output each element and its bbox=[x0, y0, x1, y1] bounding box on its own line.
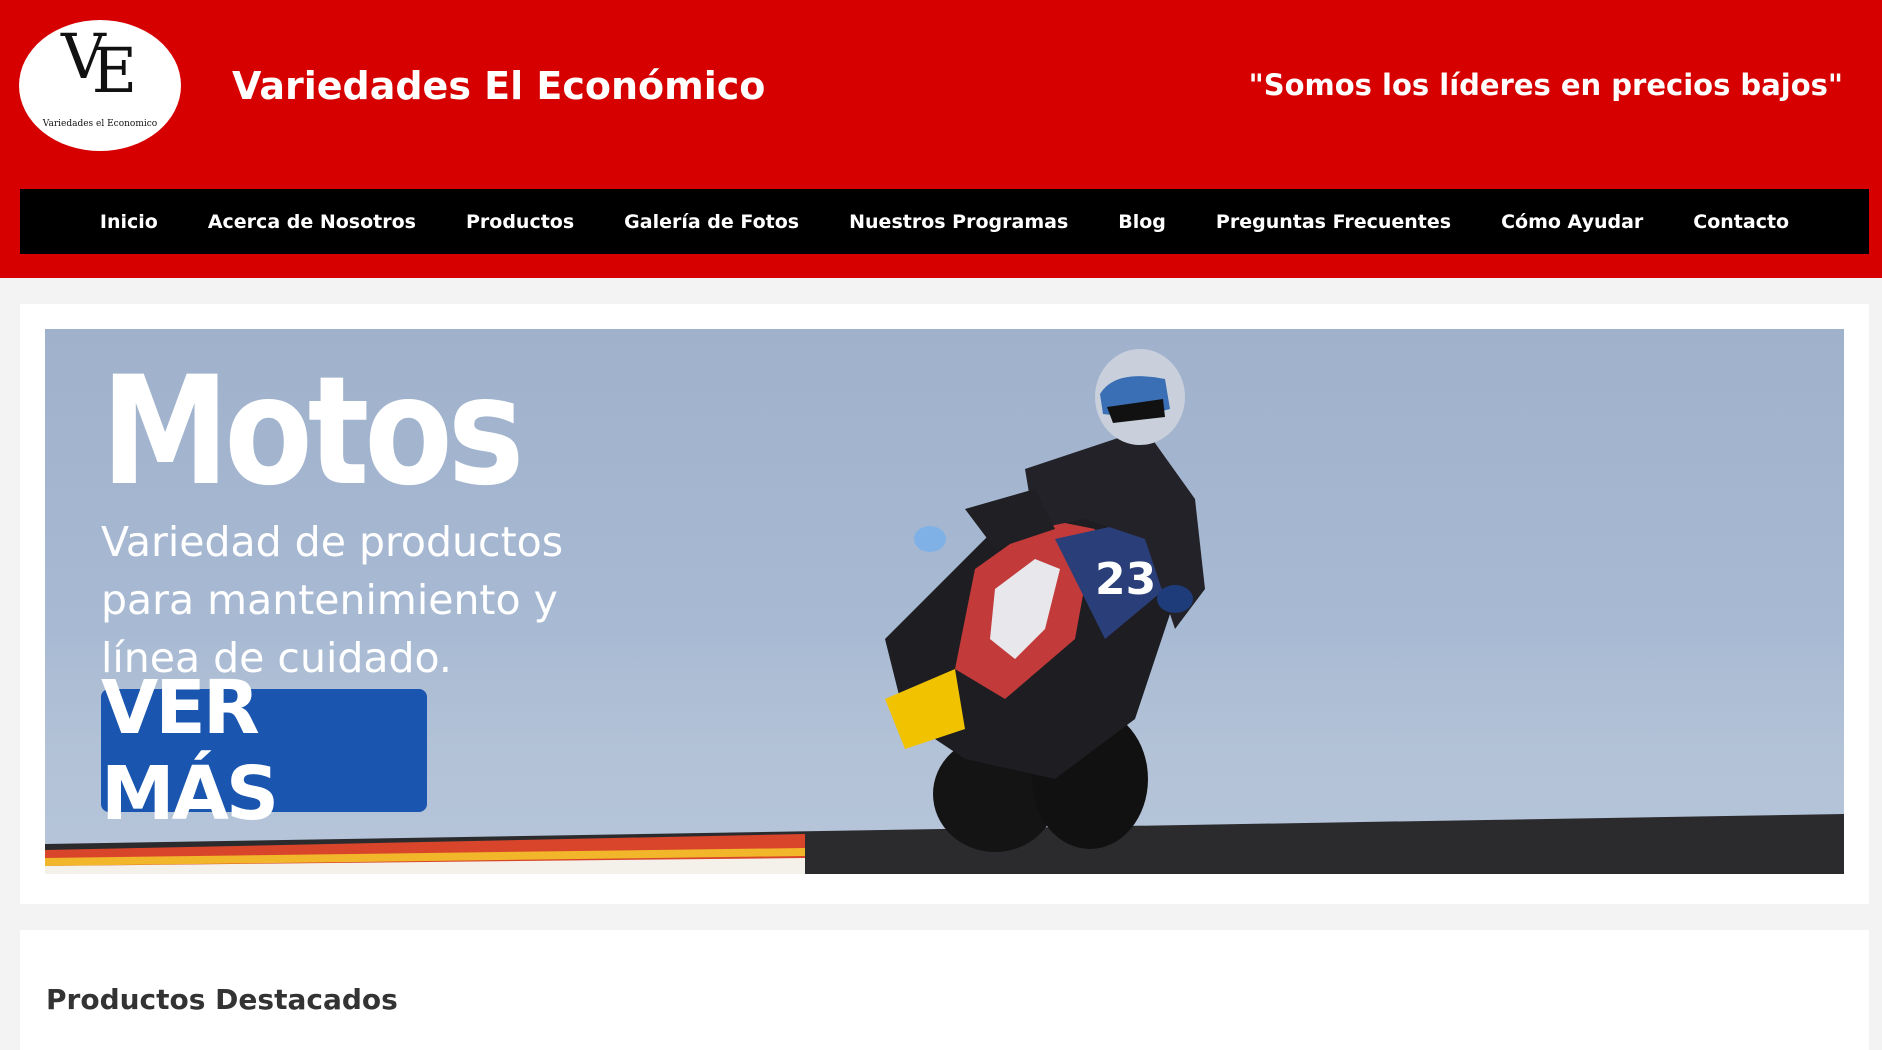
nav-item-programas[interactable]: Nuestros Programas bbox=[849, 211, 1068, 233]
ver-mas-button[interactable]: VER MÁS bbox=[101, 665, 427, 837]
nav-item-productos[interactable]: Productos bbox=[466, 211, 574, 233]
logo-monogram: VE bbox=[61, 20, 137, 107]
hero-banner[interactable]: 23 Motos Variedad de productos para mant… bbox=[45, 329, 1844, 874]
nav-item-inicio[interactable]: Inicio bbox=[100, 211, 158, 233]
banner-title: Motos bbox=[101, 345, 524, 519]
banner-subtitle: Variedad de productos para mantenimiento… bbox=[101, 518, 564, 682]
svg-text:23: 23 bbox=[1095, 554, 1156, 605]
hero-card: 23 Motos Variedad de productos para mant… bbox=[20, 304, 1869, 904]
featured-products-card: Productos Destacados bbox=[20, 930, 1869, 1050]
site-logo[interactable]: VE Variedades el Economico bbox=[19, 20, 181, 151]
featured-products-title: Productos Destacados bbox=[46, 983, 398, 1016]
main-navigation: Inicio Acerca de Nosotros Productos Gale… bbox=[20, 189, 1869, 254]
motorcycle-rider-image: 23 bbox=[885, 349, 1205, 852]
logo-subtext: Variedades el Economico bbox=[42, 119, 158, 129]
site-title[interactable]: Variedades El Económico bbox=[232, 64, 765, 108]
nav-item-contacto[interactable]: Contacto bbox=[1693, 211, 1789, 233]
nav-item-ayudar[interactable]: Cómo Ayudar bbox=[1501, 211, 1643, 233]
nav-item-acerca[interactable]: Acerca de Nosotros bbox=[208, 211, 416, 233]
site-tagline: "Somos los líderes en precios bajos" bbox=[1248, 68, 1843, 102]
site-header: VE Variedades el Economico Variedades El… bbox=[0, 0, 1882, 278]
nav-item-blog[interactable]: Blog bbox=[1118, 211, 1166, 233]
nav-item-galeria[interactable]: Galería de Fotos bbox=[624, 211, 799, 233]
nav-item-preguntas[interactable]: Preguntas Frecuentes bbox=[1216, 211, 1451, 233]
